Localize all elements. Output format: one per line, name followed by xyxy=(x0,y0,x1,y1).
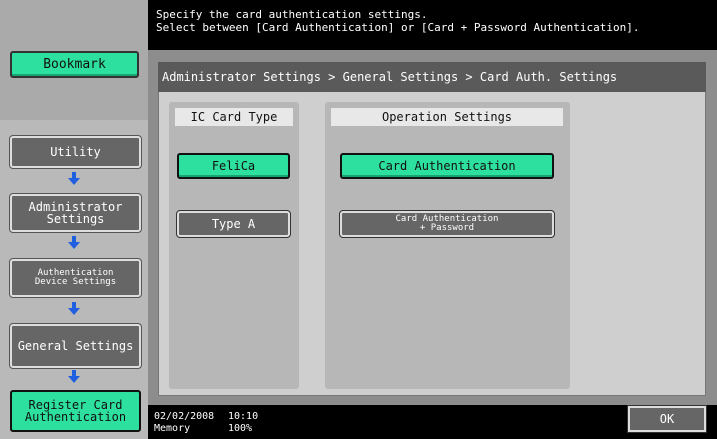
card-password-authentication-label: Card Authentication + Password xyxy=(395,214,499,233)
sidebar: Bookmark Utility Administrator Settings … xyxy=(0,0,148,439)
ok-button[interactable]: OK xyxy=(627,405,707,433)
sidebar-item-label: Administrator Settings xyxy=(28,200,123,226)
ic-card-type-title: IC Card Type xyxy=(175,108,293,126)
date-display: 02/02/2008 xyxy=(154,411,215,422)
type-a-label: Type A xyxy=(211,217,256,231)
card-authentication-button[interactable]: Card Authentication xyxy=(340,153,554,179)
instruction-message: Specify the card authentication settings… xyxy=(148,0,717,50)
sidebar-item-general-settings[interactable]: General Settings xyxy=(9,323,142,369)
ok-label: OK xyxy=(659,412,675,426)
card-authentication-label: Card Authentication xyxy=(378,159,516,173)
memory-label: Memory xyxy=(154,423,191,434)
arrow-down-icon xyxy=(68,302,80,315)
ic-card-type-panel xyxy=(169,102,299,389)
arrow-down-icon xyxy=(68,236,80,249)
sidebar-item-register-card-authentication[interactable]: Register Card Authentication xyxy=(10,390,141,432)
card-password-authentication-button[interactable]: Card Authentication + Password xyxy=(339,210,555,238)
memory-value: 100% xyxy=(228,423,253,434)
bookmark-button[interactable]: Bookmark xyxy=(10,51,139,78)
sidebar-item-label: Authentication Device Settings xyxy=(34,268,117,287)
type-a-button[interactable]: Type A xyxy=(176,210,291,238)
arrow-down-icon xyxy=(68,370,80,383)
sidebar-item-administrator-settings[interactable]: Administrator Settings xyxy=(9,193,142,233)
operation-settings-title: Operation Settings xyxy=(331,108,563,126)
time-display: 10:10 xyxy=(228,411,259,422)
sidebar-item-label: General Settings xyxy=(17,339,134,353)
sidebar-item-authentication-device-settings[interactable]: Authentication Device Settings xyxy=(9,258,142,298)
sidebar-item-utility[interactable]: Utility xyxy=(9,135,142,169)
operation-settings-panel xyxy=(325,102,570,389)
sidebar-item-label: Utility xyxy=(50,145,101,159)
arrow-down-icon xyxy=(68,172,80,185)
felica-label: FeliCa xyxy=(211,159,256,173)
breadcrumb: Administrator Settings > General Setting… xyxy=(158,62,706,92)
sidebar-item-label: Register Card Authentication xyxy=(24,398,127,424)
felica-button[interactable]: FeliCa xyxy=(177,153,290,179)
